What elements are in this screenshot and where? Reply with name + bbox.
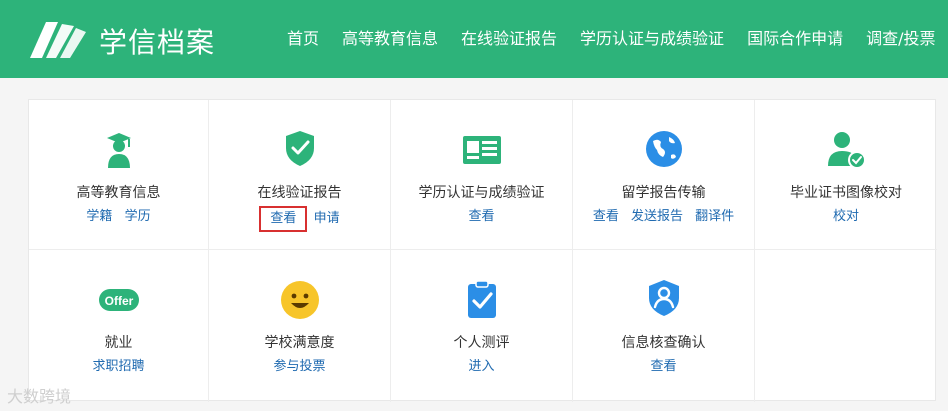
offer-icon: Offer bbox=[98, 289, 139, 311]
nav-survey[interactable]: 调查/投票 bbox=[866, 28, 935, 50]
nav-international[interactable]: 国际合作申请 bbox=[747, 28, 843, 50]
smiley-icon bbox=[280, 281, 319, 319]
link-view-info[interactable]: 查看 bbox=[650, 359, 676, 374]
service-links: 查看 申请 bbox=[209, 206, 390, 232]
link-apply-report[interactable]: 申请 bbox=[314, 211, 340, 226]
link-enter-assessment[interactable]: 进入 bbox=[468, 359, 494, 374]
shield-check-icon bbox=[285, 131, 314, 166]
user-verified-icon bbox=[828, 132, 866, 169]
service-links: 参与投票 bbox=[209, 358, 390, 376]
service-title: 留学报告传输 bbox=[621, 185, 706, 201]
graduate-icon bbox=[106, 133, 131, 168]
empty-cell bbox=[755, 250, 937, 402]
services-grid: 高等教育信息 学籍 学历 在线验证报告 查看 申请 学历认证与成绩验证 查看 留… bbox=[29, 100, 937, 402]
service-title: 就业 bbox=[104, 335, 133, 351]
link-view-verification[interactable]: 查看 bbox=[468, 209, 494, 224]
service-title: 学历认证与成绩验证 bbox=[418, 185, 545, 201]
service-links: 查看 bbox=[391, 208, 572, 226]
link-view-transfer[interactable]: 查看 bbox=[593, 209, 619, 224]
service-study-abroad-transfer: 留学报告传输 查看 发送报告 翻译件 bbox=[573, 100, 755, 250]
service-personal-assessment: 个人测评 进入 bbox=[391, 250, 573, 402]
certificate-card-icon bbox=[462, 136, 501, 164]
service-title: 高等教育信息 bbox=[76, 185, 161, 201]
service-school-satisfaction: 学校满意度 参与投票 bbox=[209, 250, 391, 402]
top-header: 学信档案 首页 高等教育信息 在线验证报告 学历认证与成绩验证 国际合作申请 调… bbox=[0, 0, 948, 78]
service-links: 学籍 学历 bbox=[29, 208, 208, 226]
nav-higher-education[interactable]: 高等教育信息 bbox=[342, 28, 438, 50]
watermark-text: 大数跨境 bbox=[7, 387, 72, 406]
link-vote[interactable]: 参与投票 bbox=[273, 359, 325, 374]
service-links: 查看 发送报告 翻译件 bbox=[573, 208, 754, 226]
service-links: 求职招聘 bbox=[29, 358, 208, 376]
link-proofread[interactable]: 校对 bbox=[833, 209, 859, 224]
nav-online-report[interactable]: 在线验证报告 bbox=[461, 28, 557, 50]
link-job-recruitment[interactable]: 求职招聘 bbox=[92, 359, 144, 374]
services-panel: 高等教育信息 学籍 学历 在线验证报告 查看 申请 学历认证与成绩验证 查看 留… bbox=[28, 99, 937, 402]
service-info-verification: 信息核查确认 查看 bbox=[573, 250, 755, 402]
service-title: 毕业证书图像校对 bbox=[790, 185, 902, 201]
service-degree-verification: 学历认证与成绩验证 查看 bbox=[391, 100, 573, 250]
offer-badge-text: Offer bbox=[104, 294, 133, 308]
service-title: 学校满意度 bbox=[264, 335, 335, 351]
service-title: 在线验证报告 bbox=[257, 185, 342, 201]
nav-degree-verification[interactable]: 学历认证与成绩验证 bbox=[580, 28, 724, 50]
link-degree-record[interactable]: 学历 bbox=[125, 209, 151, 224]
user-shield-icon bbox=[648, 280, 679, 316]
clipboard-check-icon bbox=[467, 280, 496, 318]
service-online-report: 在线验证报告 查看 申请 bbox=[209, 100, 391, 250]
service-title: 个人测评 bbox=[453, 335, 510, 351]
service-certificate-proofread: 毕业证书图像校对 校对 bbox=[755, 100, 937, 250]
brand-title[interactable]: 学信档案 bbox=[99, 25, 215, 61]
link-student-status[interactable]: 学籍 bbox=[86, 209, 112, 224]
globe-icon bbox=[645, 131, 682, 167]
service-employment: Offer 就业 求职招聘 bbox=[29, 250, 209, 402]
link-view-report[interactable]: 查看 bbox=[259, 206, 308, 232]
service-links: 校对 bbox=[755, 208, 937, 226]
service-title: 信息核查确认 bbox=[621, 335, 706, 351]
logo-icon[interactable] bbox=[28, 18, 88, 60]
link-send-report[interactable]: 发送报告 bbox=[631, 209, 683, 224]
link-translation[interactable]: 翻译件 bbox=[695, 209, 734, 224]
service-higher-education: 高等教育信息 学籍 学历 bbox=[29, 100, 209, 250]
nav-home[interactable]: 首页 bbox=[287, 28, 319, 50]
service-links: 查看 bbox=[573, 358, 754, 376]
main-nav: 首页 高等教育信息 在线验证报告 学历认证与成绩验证 国际合作申请 调查/投票 bbox=[287, 28, 935, 50]
service-links: 进入 bbox=[391, 358, 572, 376]
